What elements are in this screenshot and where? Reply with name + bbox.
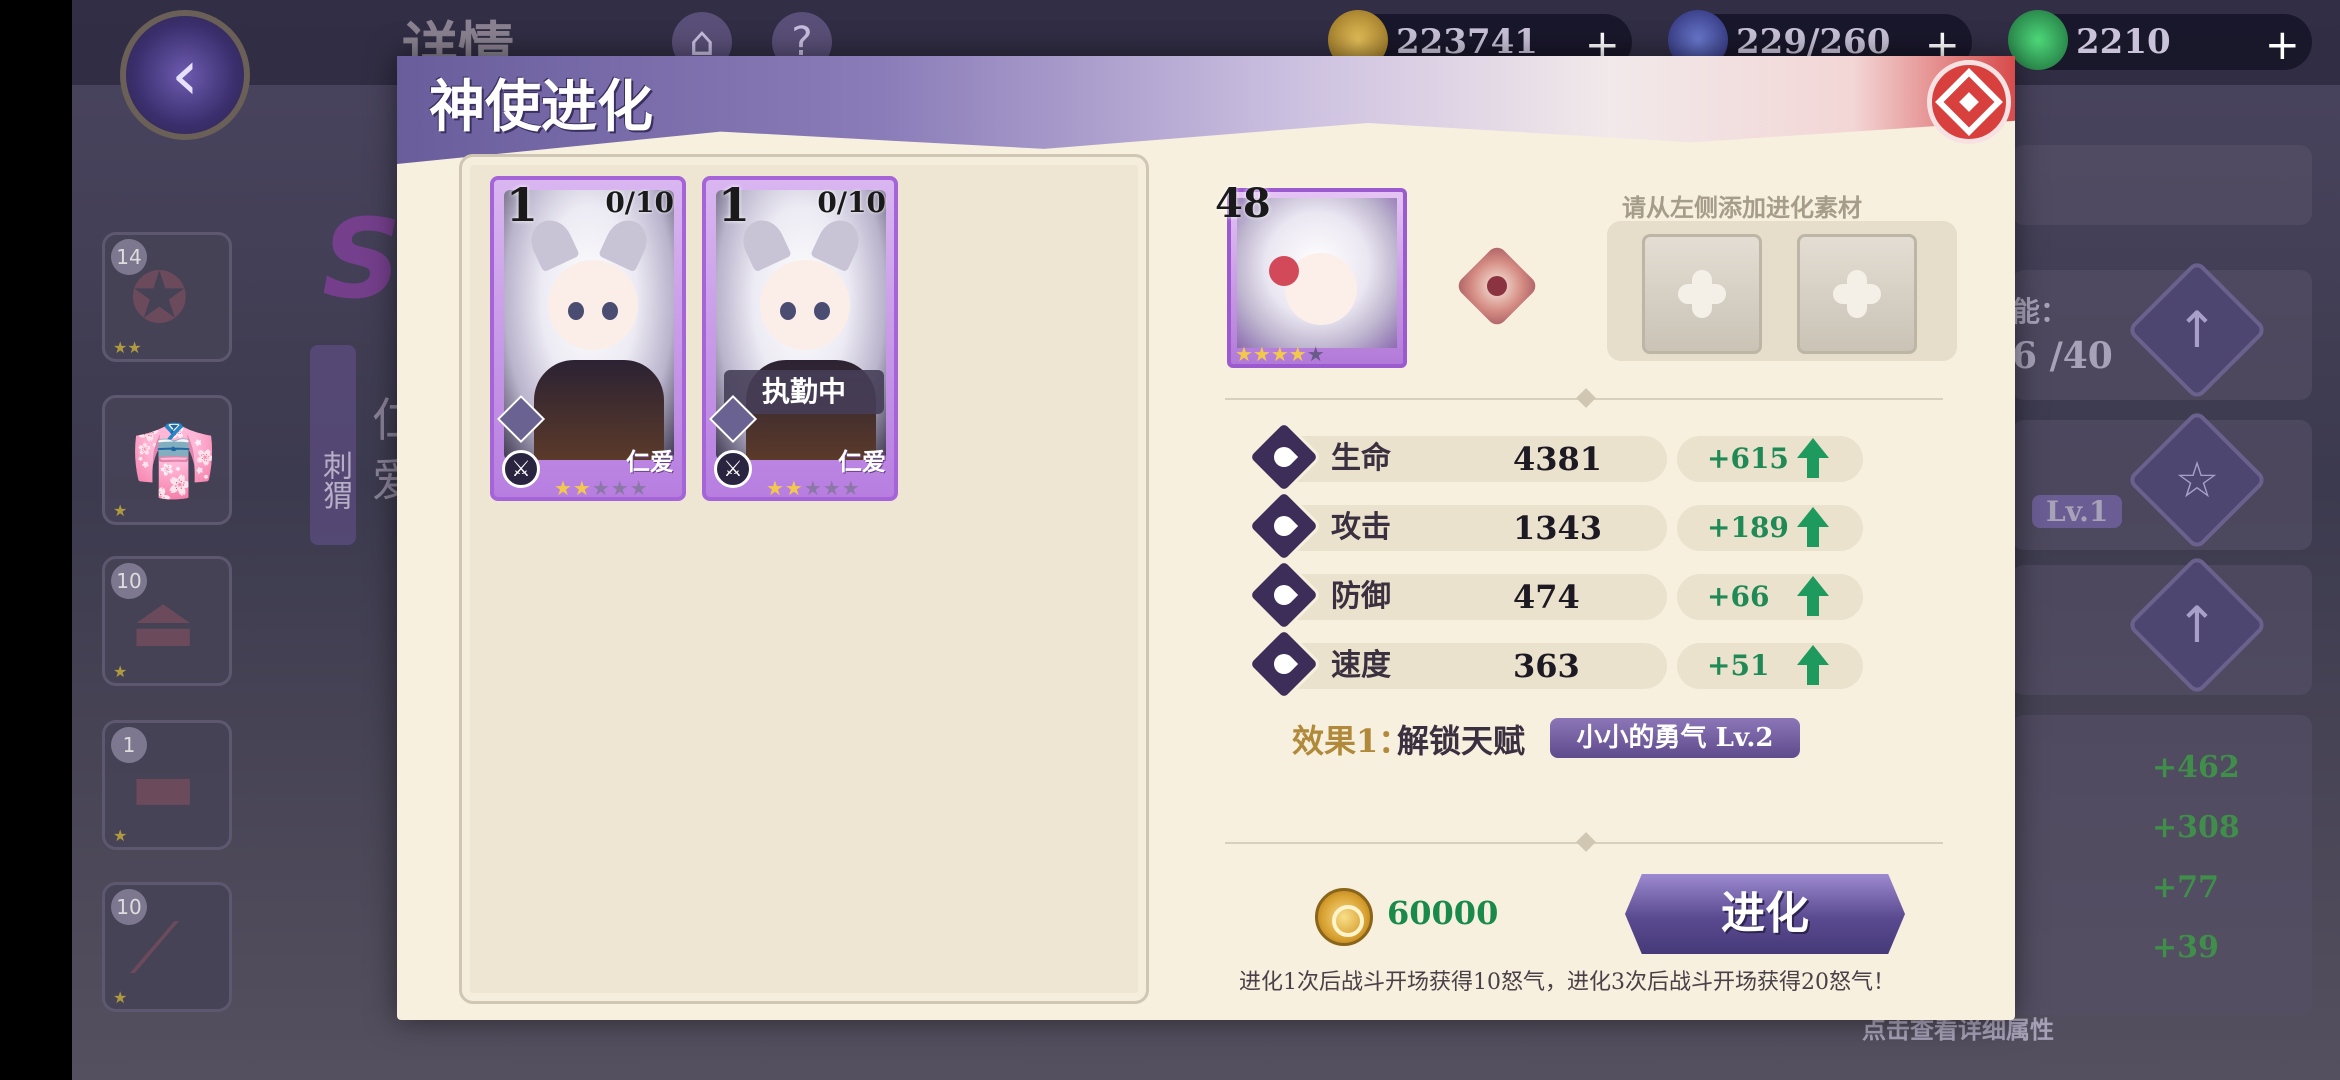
stat-value: 1343 (1513, 509, 1603, 547)
attribute-tag: 仁爱 (626, 447, 674, 476)
material-hint: 请从左侧添加进化素材 (1622, 193, 1862, 222)
stat-name: 防御 (1331, 579, 1391, 614)
equipment-slot-accessory[interactable]: 14 ✪ ★★ (102, 232, 232, 362)
stat-value: 474 (1513, 578, 1580, 616)
card-level: 1 (506, 178, 539, 232)
stat-row-speed: 速度 363 +51 (1245, 625, 1863, 703)
rarity-logo: S (322, 195, 402, 323)
stat-name: 攻击 (1331, 510, 1391, 545)
evolution-footnote: 进化1次后战斗开场获得10怒气，进化3次后战斗开场获得20怒气！ (1239, 970, 1895, 995)
arrow-left-icon: ‹ (171, 34, 199, 116)
hero-level: 48 (1215, 180, 1271, 227)
stat-row-attack: 攻击 1343 +189 (1245, 487, 1863, 565)
stat-bonus: +66 (1707, 580, 1770, 613)
evolution-arrow-icon (1454, 243, 1540, 329)
heart-icon (1245, 487, 1323, 565)
heart-icon (1245, 625, 1323, 703)
stat-name: 速度 (1331, 648, 1391, 683)
stat-bonus: +615 (1707, 442, 1789, 475)
dialog-title: 神使进化 (429, 74, 653, 140)
gem-resource: 2210 + (2008, 10, 2312, 70)
card-level: 1 (718, 178, 751, 232)
effect-text: 解锁天赋 (1397, 722, 1526, 760)
bonus-value: +462 (2152, 750, 2240, 785)
stat-name: 生命 (1331, 441, 1391, 476)
bonus-value: +77 (2152, 870, 2219, 905)
close-icon (1935, 68, 2003, 136)
attribute-tag: 仁爱 (838, 447, 886, 476)
arrow-up-icon: ↑ (2176, 301, 2218, 359)
material-card[interactable]: 1 0/10 执勤中 ⚔ 仁爱 ★★★★★ (702, 176, 898, 501)
gem-icon (2008, 10, 2068, 70)
equipment-slot-shoes[interactable]: 1 ▬ ★ (102, 720, 232, 850)
evolution-cost: 60000 (1387, 894, 1499, 932)
gem-value: 2210 (2076, 22, 2171, 62)
sword-icon: ⚔ (502, 450, 540, 488)
stat-row-hp: 生命 4381 +615 (1245, 418, 1863, 496)
card-count: 0/10 (817, 186, 886, 219)
stat-bonus: +189 (1707, 511, 1789, 544)
stocking-icon: ⟋ (130, 907, 179, 989)
back-button[interactable]: ‹ (120, 10, 250, 140)
divider (1225, 388, 1943, 408)
level-badge: Lv.1 (2032, 495, 2123, 528)
robe-icon: 👘 (130, 420, 218, 502)
material-slot[interactable] (1642, 234, 1762, 354)
equipment-slot-legwear[interactable]: 10 ⟋ ★ (102, 882, 232, 1012)
sword-icon: ⚔ (714, 450, 752, 488)
skirt-icon: ⏏ (130, 581, 197, 663)
ability-progress: 6 /40 (2012, 335, 2113, 377)
equipment-slot-skirt[interactable]: 10 ⏏ ★ (102, 556, 232, 686)
equipment-slot-top[interactable]: 👘 ★ (102, 395, 232, 525)
hero-stars: ★★★★★ (1235, 342, 1325, 366)
ability-label: 能： (2012, 295, 2069, 328)
material-slot[interactable] (1797, 234, 1917, 354)
flower-placeholder-icon (1833, 270, 1881, 318)
arrow-up-icon: ↑ (2176, 596, 2218, 654)
talent-badge[interactable]: 小小的勇气 Lv.2 (1550, 718, 1800, 758)
bonus-value: +39 (2152, 930, 2219, 965)
bonus-value: +308 (2152, 810, 2240, 845)
stat-row-defense: 防御 474 +66 (1245, 556, 1863, 634)
card-count: 0/10 (605, 186, 674, 219)
evolve-button[interactable]: 进化 (1625, 874, 1905, 954)
material-card[interactable]: 1 0/10 ⚔ 仁爱 ★★★★★ (490, 176, 686, 501)
stat-value: 363 (1513, 647, 1580, 685)
flower-placeholder-icon (1678, 270, 1726, 318)
on-duty-badge: 执勤中 (724, 370, 884, 414)
sandals-icon: ▬ (130, 745, 197, 827)
gold-coin-icon (1315, 888, 1373, 946)
rarity-stars: ★★★★★ (766, 476, 861, 500)
close-button[interactable] (1927, 60, 2011, 144)
heart-icon (1245, 418, 1323, 496)
evolution-dialog: 神使进化 1 0/10 ⚔ 仁爱 ★★★★★ 1 0/10 执勤中 ⚔ 仁爱 ★… (397, 56, 2015, 1020)
heart-icon (1245, 556, 1323, 634)
star-icon: ☆ (2174, 451, 2220, 509)
stat-bonus: +51 (1707, 649, 1770, 682)
add-gem-button[interactable]: + (2265, 20, 2300, 69)
pentagram-icon: ✪ (130, 257, 189, 339)
stat-value: 4381 (1513, 440, 1603, 478)
effect-label: 效果1： (1292, 722, 1411, 760)
rarity-stars: ★★★★★ (554, 476, 649, 500)
class-label: 刺猬 (310, 345, 356, 545)
flower-icon (1269, 256, 1299, 286)
divider (1225, 832, 1943, 852)
